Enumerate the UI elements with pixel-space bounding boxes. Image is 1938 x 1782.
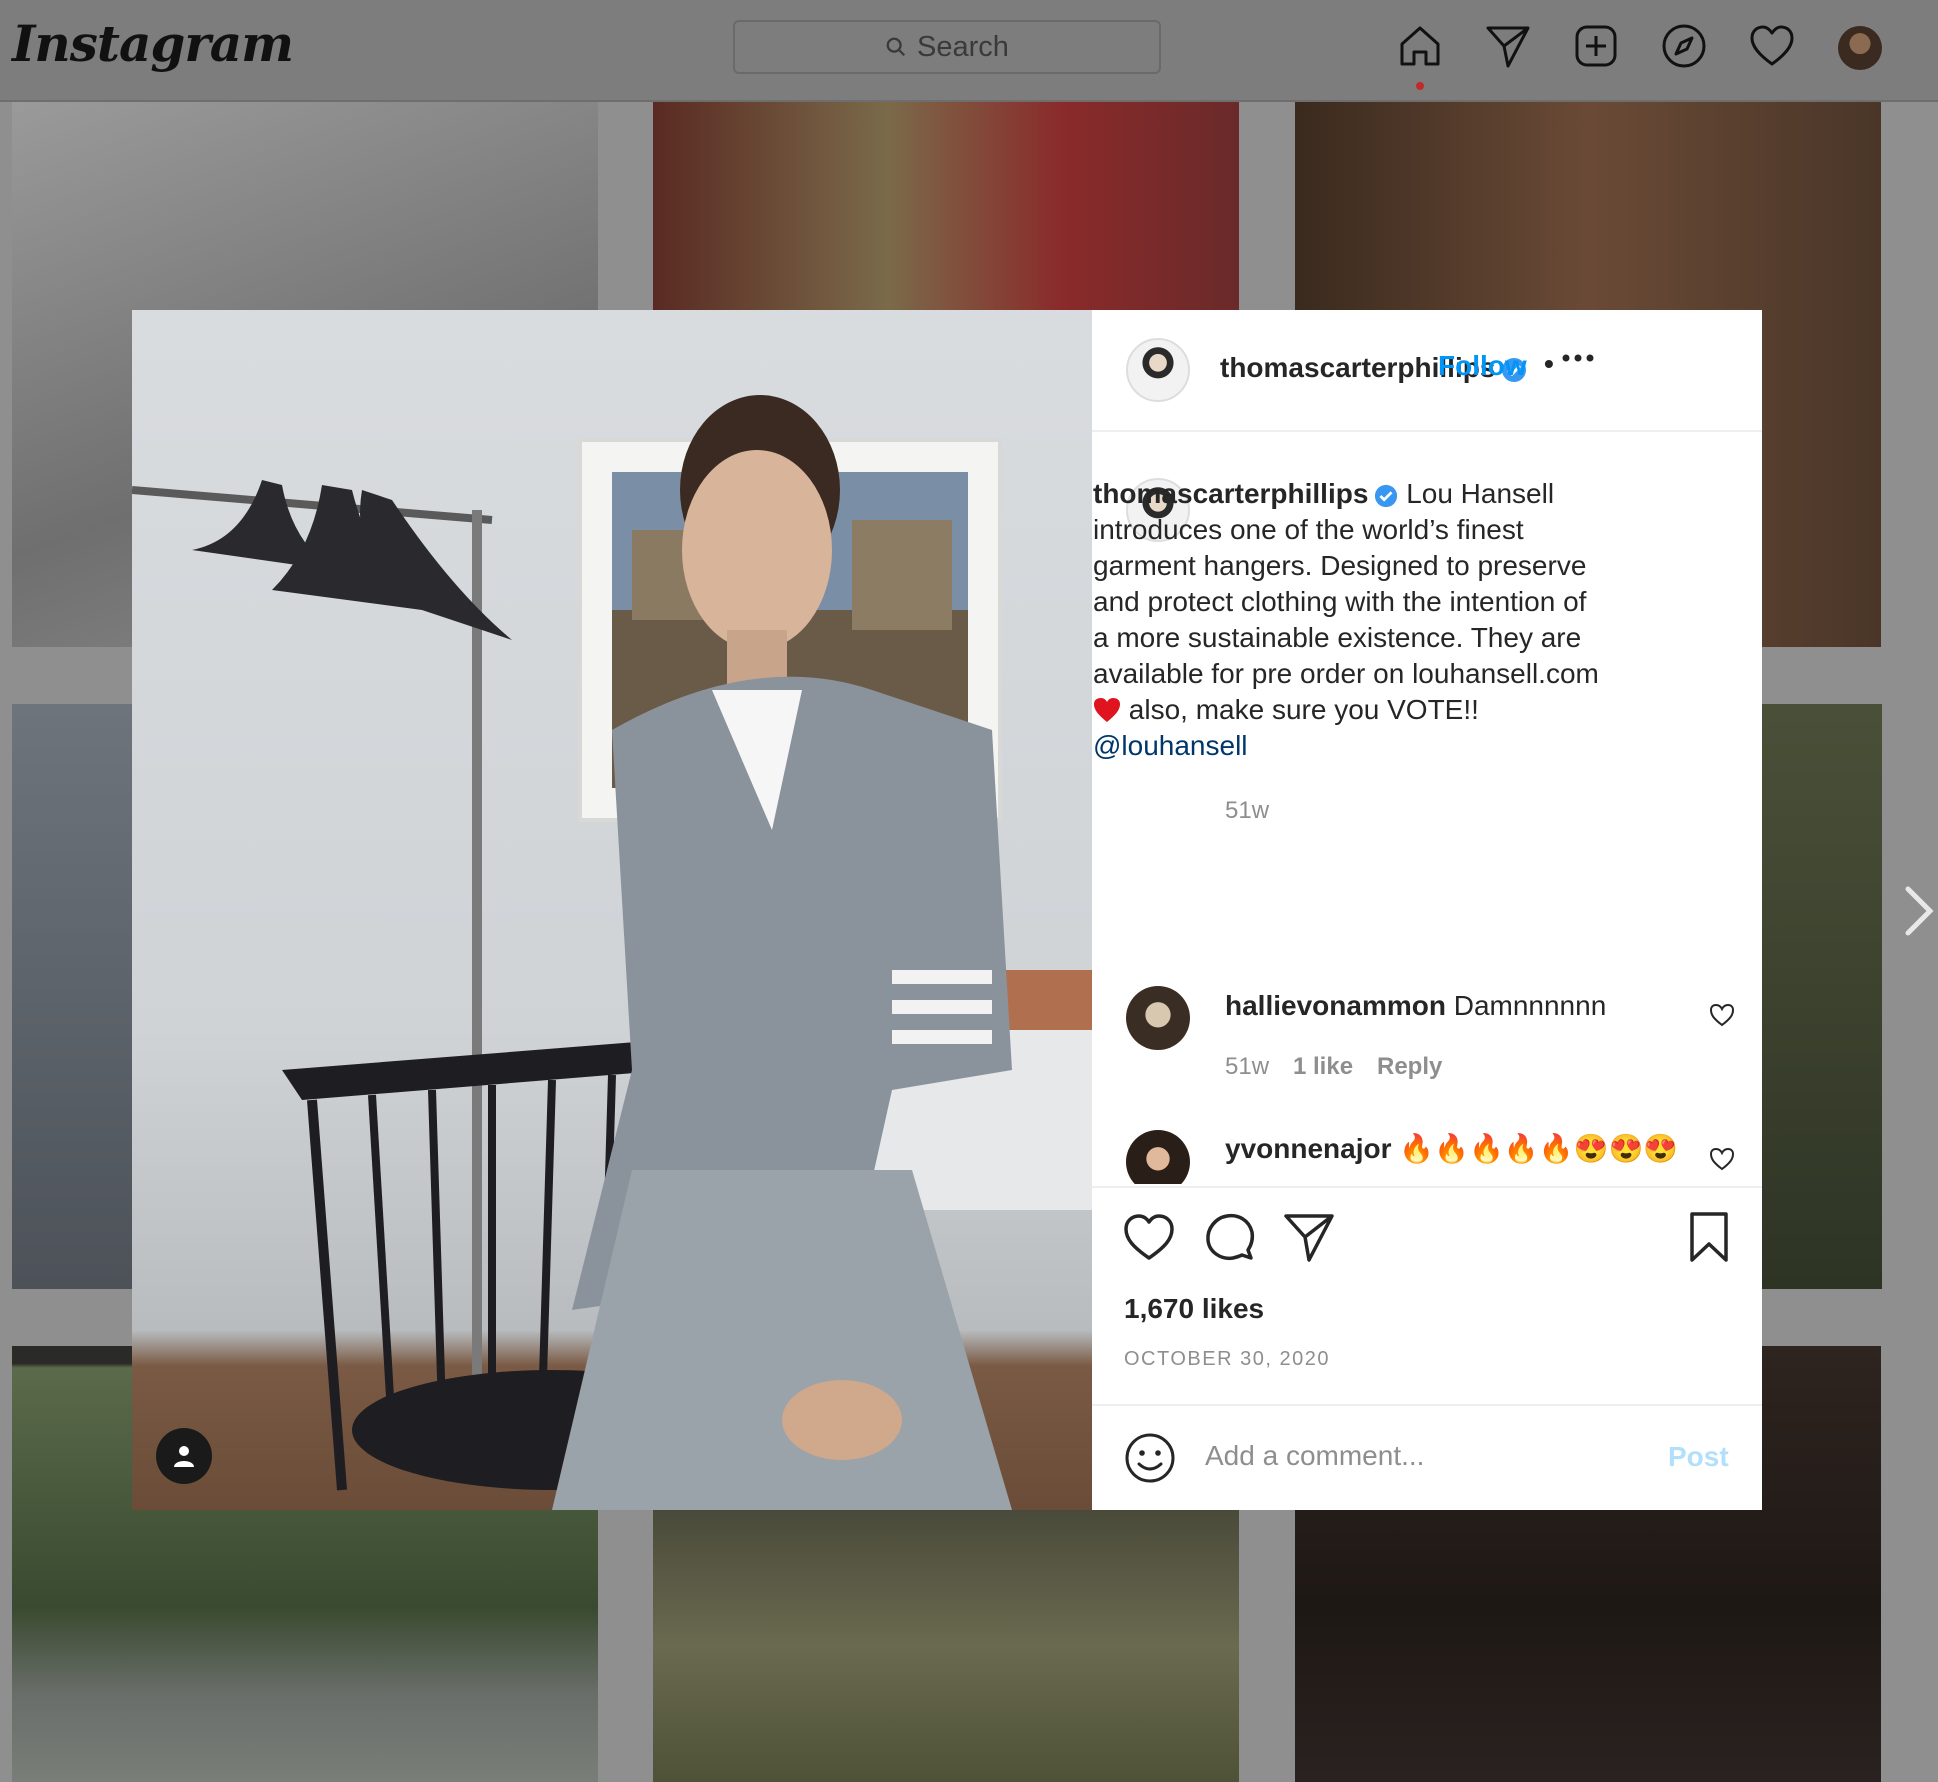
author-avatar[interactable] bbox=[1126, 338, 1190, 402]
follow-button[interactable]: Follow bbox=[1438, 350, 1527, 382]
comment-username[interactable]: yvonnenajor bbox=[1225, 1133, 1391, 1164]
grid-photo-4[interactable] bbox=[12, 704, 142, 1289]
likes-count[interactable]: 1,670 likes bbox=[1124, 1293, 1264, 1325]
grid-photo-6[interactable] bbox=[1762, 704, 1882, 1289]
post-photo-illustration bbox=[132, 395, 1092, 1510]
post-date[interactable]: OCTOBER 30, 2020 bbox=[1124, 1348, 1330, 1371]
next-post-chevron-icon[interactable] bbox=[1904, 885, 1934, 937]
search-placeholder: Search bbox=[917, 30, 1009, 63]
comment-body: Damnnnnnn bbox=[1453, 990, 1607, 1021]
dot-separator: • bbox=[1544, 348, 1554, 379]
add-comment-input[interactable] bbox=[1205, 1440, 1645, 1472]
post-comment-button[interactable]: Post bbox=[1668, 1441, 1729, 1473]
caption-age: 51w bbox=[1225, 797, 1270, 824]
like-comment-heart-icon[interactable] bbox=[1709, 1002, 1735, 1028]
comment-2: yvonnenajor 🔥🔥🔥🔥🔥😍😍😍 bbox=[1225, 1132, 1678, 1165]
more-options-icon[interactable] bbox=[1558, 348, 1598, 368]
tagged-users-icon[interactable] bbox=[156, 1428, 212, 1484]
post-caption: thomascarterphillips Lou Hansell introdu… bbox=[1093, 476, 1603, 764]
caption-mention-link[interactable]: @louhansell bbox=[1093, 730, 1248, 761]
caption-text: Lou Hansell introduces one of the world’… bbox=[1093, 478, 1599, 689]
red-heart-emoji-icon bbox=[1094, 698, 1120, 722]
comment-username[interactable]: hallievonammon bbox=[1225, 990, 1446, 1021]
grid-photo-2[interactable] bbox=[653, 102, 1239, 310]
grid-photo-8[interactable] bbox=[653, 1510, 1239, 1782]
like-heart-icon[interactable] bbox=[1122, 1210, 1176, 1264]
share-icon[interactable] bbox=[1282, 1210, 1336, 1264]
caption-text-end: also, make sure you VOTE!! bbox=[1121, 694, 1479, 725]
like-comment-heart-icon[interactable] bbox=[1709, 1146, 1735, 1172]
save-bookmark-icon[interactable] bbox=[1682, 1210, 1736, 1264]
comment-body: 🔥🔥🔥🔥🔥😍😍😍 bbox=[1399, 1133, 1679, 1164]
home-icon[interactable] bbox=[1396, 22, 1444, 70]
comment-bubble-icon[interactable] bbox=[1202, 1210, 1256, 1264]
comment-2-row: yvonnenajor 🔥🔥🔥🔥🔥😍😍😍 bbox=[1092, 1120, 1762, 1184]
direct-message-icon[interactable] bbox=[1484, 22, 1532, 70]
search-icon bbox=[886, 37, 906, 57]
emoji-picker-icon[interactable] bbox=[1124, 1432, 1176, 1484]
caption-username[interactable]: thomascarterphillips bbox=[1093, 478, 1368, 509]
post-photo[interactable] bbox=[132, 310, 1092, 1510]
composer-divider bbox=[1092, 1404, 1762, 1406]
search-box[interactable]: Search bbox=[733, 20, 1161, 74]
new-post-icon[interactable] bbox=[1572, 22, 1620, 70]
comment-1: hallievonammon Damnnnnnn bbox=[1225, 990, 1606, 1022]
commenter-avatar[interactable] bbox=[1126, 986, 1190, 1050]
explore-icon[interactable] bbox=[1660, 22, 1708, 70]
instagram-logo[interactable]: Instagram bbox=[12, 14, 294, 73]
actions-divider bbox=[1092, 1186, 1762, 1188]
verified-badge-icon bbox=[1375, 484, 1398, 507]
home-active-dot bbox=[1416, 82, 1424, 90]
comment-age: 51w bbox=[1225, 1053, 1270, 1080]
profile-avatar[interactable] bbox=[1838, 26, 1882, 70]
commenter-avatar[interactable] bbox=[1126, 1130, 1190, 1184]
comment-like-count[interactable]: 1 like bbox=[1293, 1053, 1353, 1081]
activity-heart-icon[interactable] bbox=[1748, 22, 1796, 70]
top-nav-bar: Instagram Search bbox=[0, 0, 1938, 102]
comment-reply-button[interactable]: Reply bbox=[1377, 1053, 1442, 1081]
